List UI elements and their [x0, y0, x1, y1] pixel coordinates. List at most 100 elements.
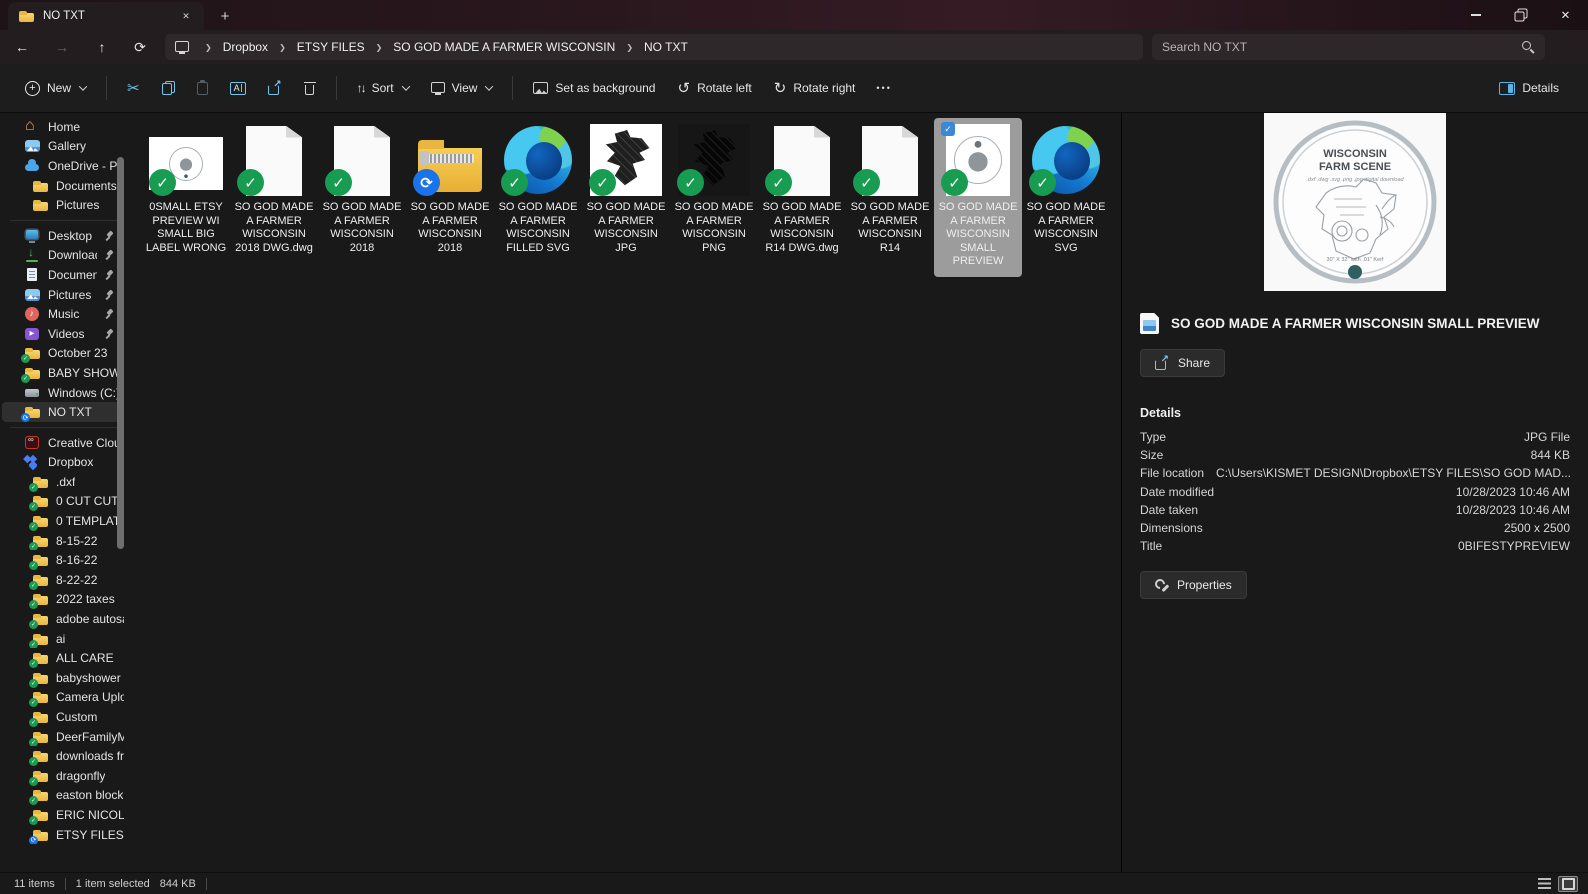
- breadcrumb-item[interactable]: Dropbox: [221, 38, 270, 56]
- sidebar-item[interactable]: ERIC NICOLE NI: [2, 805, 124, 825]
- sidebar-item[interactable]: Windows (C:): [2, 383, 124, 403]
- sidebar-item[interactable]: babyshower: [2, 668, 124, 688]
- sidebar-scrollbar[interactable]: [117, 157, 124, 549]
- cut-button[interactable]: [118, 71, 149, 105]
- tab-close-icon[interactable]: [178, 8, 194, 24]
- details-pane-toggle[interactable]: Details: [1490, 73, 1568, 103]
- sidebar-item[interactable]: Videos: [2, 324, 124, 344]
- sidebar-item[interactable]: 2022 taxes: [2, 590, 124, 610]
- detail-label: Date modified: [1140, 483, 1214, 501]
- sidebar-item[interactable]: ETSY FILES: [2, 825, 124, 845]
- properties-button[interactable]: Properties: [1140, 571, 1247, 599]
- share-button[interactable]: [259, 74, 291, 103]
- sidebar-item[interactable]: adobe autosave: [2, 609, 124, 629]
- sync-badge-icon: [29, 502, 38, 511]
- this-pc-icon[interactable]: [175, 41, 190, 54]
- file-tile[interactable]: SO GOD MADE A FARMER WISCONSIN SMALL PRE…: [934, 118, 1022, 277]
- sidebar-item[interactable]: Camera Uploads: [2, 688, 124, 708]
- sidebar-item[interactable]: 8-15-22: [2, 531, 124, 551]
- minimize-button[interactable]: [1453, 0, 1498, 30]
- sidebar-item[interactable]: 0 TEMPLATES: [2, 511, 124, 531]
- sidebar-item[interactable]: Pictures: [2, 195, 124, 215]
- sidebar-item[interactable]: Home: [2, 117, 124, 137]
- share-file-button[interactable]: Share: [1140, 349, 1225, 377]
- sidebar-item-label: Documents: [48, 268, 97, 282]
- sidebar-item-icon: [32, 670, 49, 686]
- sidebar-item[interactable]: Gallery: [2, 137, 124, 157]
- sidebar-item[interactable]: Music: [2, 304, 124, 324]
- sidebar-item-label: ai: [56, 632, 65, 646]
- thumbnail-view-toggle-icon[interactable]: [1558, 876, 1578, 892]
- delete-button[interactable]: [295, 73, 325, 103]
- sidebar-item[interactable]: October 23: [2, 344, 124, 364]
- back-icon[interactable]: [8, 34, 36, 60]
- selection-count: 1 item selected: [76, 878, 150, 890]
- new-button[interactable]: New: [16, 73, 95, 104]
- sidebar-item[interactable]: Creative Cloud Fi: [2, 433, 124, 453]
- file-tile[interactable]: SO GOD MADE A FARMER WISCONSIN R14: [846, 118, 934, 277]
- sidebar-item[interactable]: ALL CARE: [2, 648, 124, 668]
- rotate-left-button[interactable]: Rotate left: [668, 71, 760, 105]
- close-button[interactable]: [1543, 0, 1588, 30]
- detail-value: 10/28/2023 10:46 AM: [1444, 501, 1570, 519]
- sidebar-item[interactable]: 8-16-22: [2, 550, 124, 570]
- sidebar-item[interactable]: 8-22-22: [2, 570, 124, 590]
- paste-button[interactable]: [188, 73, 217, 103]
- sidebar-item[interactable]: DeerFamilyMou: [2, 727, 124, 747]
- sidebar-item[interactable]: Downloads: [2, 246, 124, 266]
- sidebar-item[interactable]: OneDrive - Perso: [2, 156, 124, 176]
- list-view-toggle-icon[interactable]: [1534, 876, 1554, 892]
- search-input[interactable]: [1162, 40, 1522, 54]
- rotate-right-button[interactable]: Rotate right: [765, 71, 865, 105]
- view-button[interactable]: View: [422, 73, 502, 103]
- sidebar-item[interactable]: BABY SHOWER BI: [2, 363, 124, 383]
- sidebar-item[interactable]: Documents: [2, 265, 124, 285]
- set-as-background-button[interactable]: Set as background: [524, 73, 664, 103]
- file-tile[interactable]: SO GOD MADE A FARMER WISCONSIN FILLED SV…: [494, 118, 582, 277]
- sidebar-item[interactable]: NO TXT: [2, 402, 124, 422]
- rename-button[interactable]: [221, 74, 255, 103]
- sidebar-item[interactable]: easton block: [2, 786, 124, 806]
- file-tile[interactable]: SO GOD MADE A FARMER WISCONSIN R14 DWG.d…: [758, 118, 846, 277]
- file-tile[interactable]: SO GOD MADE A FARMER WISCONSIN SVG: [1022, 118, 1110, 277]
- file-tile[interactable]: SO GOD MADE A FARMER WISCONSIN 2018 DWG.…: [230, 118, 318, 277]
- sidebar-item[interactable]: downloads from: [2, 746, 124, 766]
- sidebar-item[interactable]: dragonfly: [2, 766, 124, 786]
- search-icon[interactable]: [1522, 41, 1535, 54]
- breadcrumb-item[interactable]: ETSY FILES: [295, 38, 367, 56]
- sidebar-item[interactable]: Documents: [2, 176, 124, 196]
- file-tile[interactable]: SO GOD MADE A FARMER WISCONSIN 2018: [318, 118, 406, 277]
- sidebar-item[interactable]: .dxf: [2, 472, 124, 492]
- copy-button[interactable]: [153, 73, 184, 103]
- pin-icon: [104, 328, 114, 339]
- sort-button[interactable]: Sort: [348, 73, 418, 103]
- breadcrumb-item[interactable]: NO TXT: [642, 38, 690, 56]
- detail-value: JPG File: [1512, 428, 1570, 446]
- refresh-icon[interactable]: [126, 34, 154, 60]
- sidebar-item[interactable]: Custom: [2, 707, 124, 727]
- sidebar-item[interactable]: Pictures: [2, 285, 124, 305]
- sidebar-item[interactable]: Desktop: [2, 226, 124, 246]
- new-tab-button[interactable]: [212, 4, 238, 28]
- sidebar-item-icon: [24, 345, 41, 361]
- restore-button[interactable]: [1498, 0, 1543, 30]
- address-bar[interactable]: Dropbox ETSY FILES SO GOD MADE A FARMER …: [165, 34, 1143, 60]
- file-tile[interactable]: 0SMALL ETSY PREVIEW WI SMALL BIG LABEL W…: [142, 118, 230, 277]
- sidebar-item[interactable]: Dropbox: [2, 453, 124, 473]
- breadcrumb-item[interactable]: SO GOD MADE A FARMER WISCONSIN: [391, 38, 617, 56]
- file-tile[interactable]: SO GOD MADE A FARMER WISCONSIN JPG: [582, 118, 670, 277]
- pin-icon: [104, 289, 114, 300]
- file-tile[interactable]: SO GOD MADE A FARMER WISCONSIN 2018: [406, 118, 494, 277]
- search-box[interactable]: [1152, 34, 1545, 60]
- file-name: SO GOD MADE A FARMER WISCONSIN R14: [847, 201, 933, 255]
- sidebar-item[interactable]: 0 CUT CUT CUT: [2, 492, 124, 512]
- up-icon[interactable]: [88, 34, 116, 60]
- sidebar-item-icon: [24, 454, 41, 470]
- more-options-button[interactable]: •••: [868, 75, 899, 101]
- breadcrumb: Dropbox ETSY FILES SO GOD MADE A FARMER …: [196, 38, 690, 56]
- selection-checkbox[interactable]: [941, 122, 955, 136]
- sidebar-item[interactable]: ai: [2, 629, 124, 649]
- tab-no-txt[interactable]: NO TXT: [8, 2, 204, 30]
- sync-badge-icon: [29, 698, 38, 707]
- file-tile[interactable]: SO GOD MADE A FARMER WISCONSIN PNG: [670, 118, 758, 277]
